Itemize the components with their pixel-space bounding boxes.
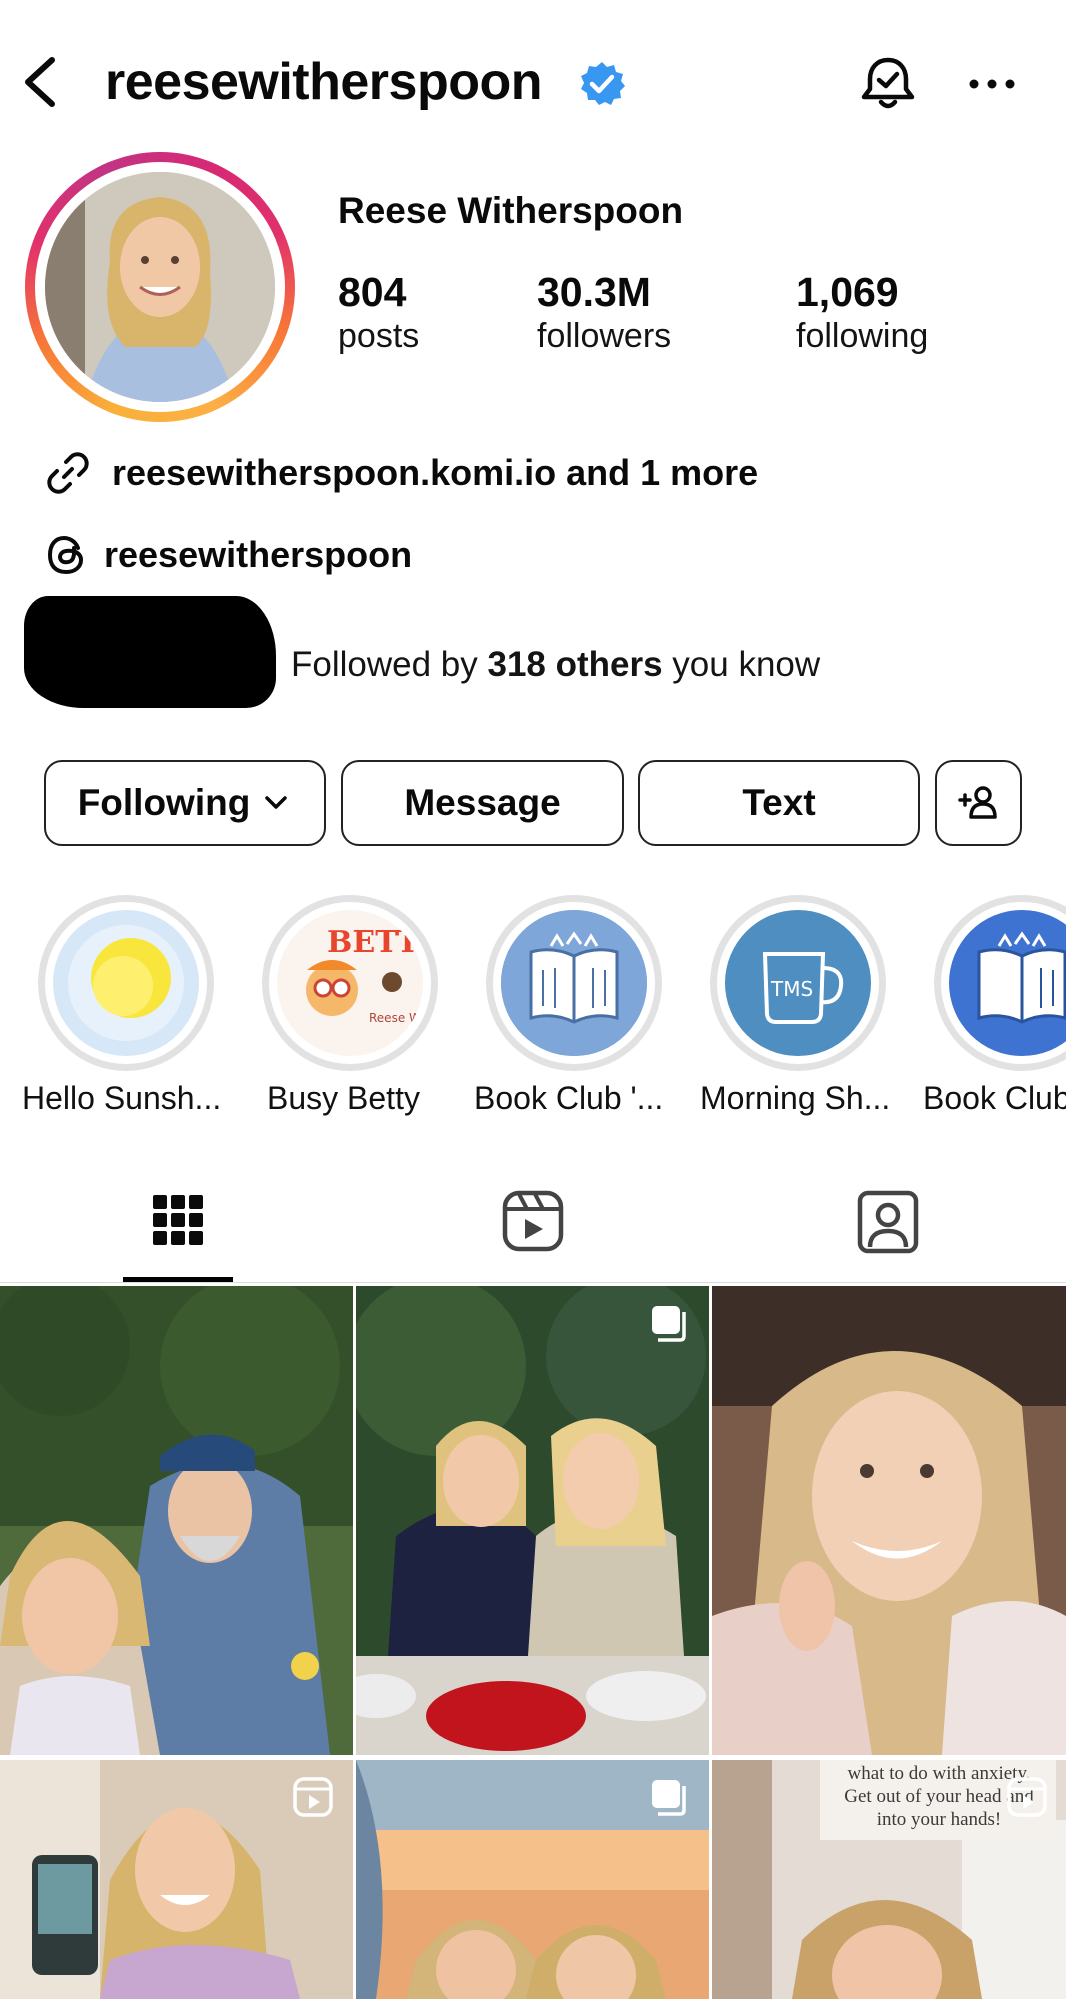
sun-icon: [53, 910, 199, 1056]
mug-art-text: TMS: [770, 977, 813, 1001]
book-cover-illustration-icon: BETTY Reese Wither: [277, 910, 423, 1056]
mutual-suffix: you know: [662, 645, 821, 684]
post-tile[interactable]: [712, 1286, 1066, 1755]
profile-full-name: Reese Witherspoon: [338, 190, 684, 231]
highlight-book-club-2[interactable]: [934, 895, 1066, 1071]
chevron-down-icon: [265, 796, 288, 809]
highlight-label: Morning Sh...: [700, 1080, 891, 1116]
stat-posts-count: 804: [338, 269, 407, 315]
bell-check-icon: [861, 57, 915, 109]
message-button[interactable]: Message: [341, 760, 624, 846]
profile-header: reesewitherspoon: [0, 0, 1066, 165]
link-icon: [47, 452, 89, 494]
highlight-cover: TMS: [725, 910, 871, 1056]
highlight-book-club[interactable]: [486, 895, 662, 1071]
post-tile[interactable]: [356, 1286, 709, 1755]
tagged-person-icon: [857, 1190, 919, 1254]
post-tile[interactable]: [356, 1760, 709, 1999]
text-button[interactable]: Text: [638, 760, 920, 846]
highlight-label: Book Club '...: [474, 1080, 664, 1116]
tabs-divider: [0, 1282, 1066, 1283]
post-tile[interactable]: [0, 1760, 353, 1999]
reels-icon: [293, 1777, 333, 1817]
stat-following[interactable]: 1,069 following: [796, 268, 928, 356]
stat-posts[interactable]: 804 posts: [338, 268, 419, 356]
carousel-icon: [652, 1306, 686, 1342]
grid-icon: [153, 1195, 203, 1245]
message-button-label: Message: [404, 782, 561, 823]
profile-avatar-story-ring[interactable]: [25, 152, 295, 422]
notifications-button[interactable]: [857, 53, 919, 115]
post-image: [0, 1286, 353, 1755]
highlight-cover: [53, 910, 199, 1056]
post-tile[interactable]: what to do with anxiety. Get out of your…: [712, 1760, 1066, 1999]
highlight-busy-betty[interactable]: BETTY Reese Wither: [262, 895, 438, 1071]
chevron-left-icon: [25, 57, 55, 107]
post-image: [712, 1286, 1066, 1755]
highlight-morning-show[interactable]: TMS: [710, 895, 886, 1071]
highlight-label: Hello Sunsh...: [22, 1080, 222, 1116]
tab-tagged[interactable]: [828, 1185, 948, 1275]
highlight-label: Busy Betty: [267, 1080, 420, 1116]
highlight-cover: [501, 910, 647, 1056]
highlight-hello-sunshine[interactable]: [38, 895, 214, 1071]
open-book-icon: [949, 910, 1066, 1056]
suggested-users-button[interactable]: [935, 760, 1022, 846]
stat-following-label: following: [796, 317, 929, 355]
post-tile[interactable]: [0, 1286, 353, 1755]
add-person-icon: [957, 786, 997, 819]
stat-followers-label: followers: [537, 317, 672, 355]
following-button-label: Following: [77, 782, 251, 823]
profile-link-text: reesewitherspoon.komi.io and 1 more: [112, 452, 759, 493]
text-button-label: Text: [742, 782, 816, 823]
threads-badge[interactable]: reesewitherspoon: [44, 530, 412, 580]
profile-link[interactable]: reesewitherspoon.komi.io and 1 more: [44, 448, 758, 498]
mutual-followers-avatars[interactable]: [24, 596, 276, 708]
busy-betty-art-author: Reese Wither: [369, 1011, 423, 1025]
threads-handle: reesewitherspoon: [104, 534, 413, 575]
stat-followers-count: 30.3M: [537, 269, 651, 315]
highlight-cover: BETTY Reese Wither: [277, 910, 423, 1056]
tab-reels[interactable]: [473, 1185, 593, 1275]
back-button[interactable]: [18, 50, 62, 114]
open-book-icon: [501, 910, 647, 1056]
reels-icon: [1007, 1777, 1047, 1817]
tab-posts[interactable]: [118, 1185, 238, 1275]
carousel-icon: [652, 1780, 686, 1816]
stat-followers[interactable]: 30.3M followers: [537, 268, 671, 356]
following-button[interactable]: Following: [44, 760, 326, 846]
highlight-label: Book Club: [923, 1080, 1066, 1116]
profile-username: reesewitherspoon: [105, 53, 543, 111]
post-image: [356, 1286, 709, 1755]
threads-icon: [47, 535, 84, 575]
mutual-count: 318 others: [487, 645, 663, 684]
busy-betty-art-title: BETTY: [327, 925, 423, 960]
mutual-followers-text[interactable]: Followed by 318 others you know: [291, 645, 820, 685]
reels-icon: [502, 1190, 564, 1252]
highlight-cover: [949, 910, 1066, 1056]
more-options-button[interactable]: [962, 58, 1022, 108]
profile-avatar: [45, 172, 275, 402]
mug-icon: TMS: [725, 910, 871, 1056]
verified-badge-icon: [578, 60, 626, 108]
mutual-prefix: Followed by: [291, 645, 488, 684]
more-horizontal-icon: [969, 79, 1015, 89]
stat-following-count: 1,069: [796, 269, 899, 315]
stat-posts-label: posts: [338, 317, 420, 355]
